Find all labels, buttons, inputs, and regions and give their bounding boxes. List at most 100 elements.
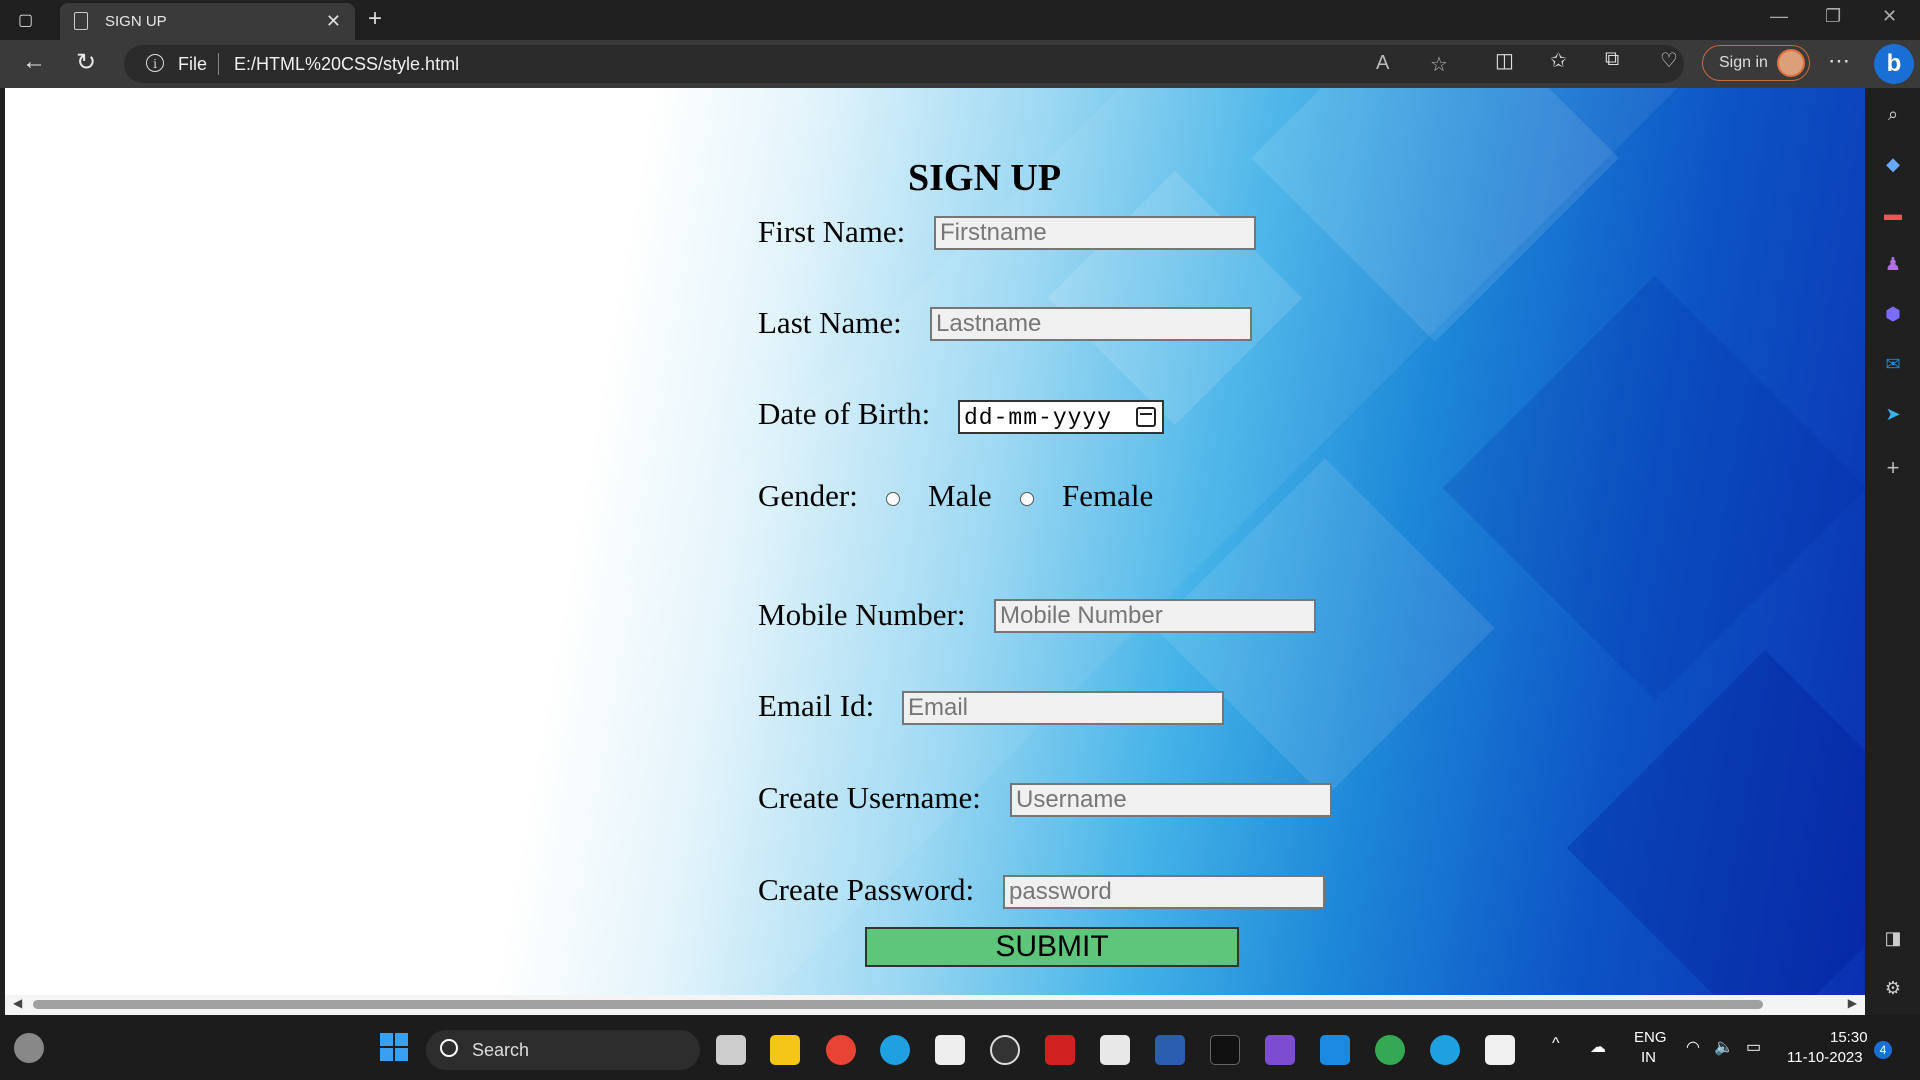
male-radio[interactable] <box>886 492 900 506</box>
weather-icon[interactable] <box>14 1033 44 1063</box>
signin-button[interactable]: Sign in <box>1702 45 1810 81</box>
dob-placeholder: dd-mm-yyyy <box>964 405 1113 431</box>
split-screen-icon[interactable]: ◫ <box>1495 48 1514 73</box>
taskbar-search[interactable]: Search <box>426 1030 700 1070</box>
scroll-right-icon[interactable]: ▶ <box>1848 996 1857 1010</box>
page-title: SIGN UP <box>908 157 1062 199</box>
hide-sidebar-icon[interactable]: ◨ <box>1883 928 1903 948</box>
language-line1[interactable]: ENG <box>1634 1029 1667 1046</box>
scroll-left-icon[interactable]: ◀ <box>13 996 22 1010</box>
female-radio[interactable] <box>1020 492 1034 506</box>
mysql-icon[interactable] <box>1210 1035 1240 1065</box>
new-tab-icon[interactable]: + <box>368 5 382 33</box>
address-separator <box>218 53 219 75</box>
browser-tab[interactable]: SIGN UP ✕ <box>60 3 355 40</box>
edge-icon[interactable] <box>880 1035 910 1065</box>
chrome-profile-icon[interactable] <box>1375 1035 1405 1065</box>
add-app-icon[interactable]: + <box>1883 457 1903 479</box>
female-label: Female <box>1062 478 1154 513</box>
browser-toolbar: ← ↻ i File E:/HTML%20CSS/style.html A ☆ … <box>0 40 1920 88</box>
first-name-label: First Name: <box>758 214 906 249</box>
refresh-icon[interactable]: ↻ <box>76 48 96 77</box>
search-icon[interactable]: ⌕ <box>1883 104 1903 124</box>
snipping-tool-icon[interactable] <box>1485 1035 1515 1065</box>
minimize-icon[interactable]: — <box>1770 6 1788 27</box>
mcafee-icon[interactable] <box>1045 1035 1075 1065</box>
favorites-icon[interactable]: ✩ <box>1550 48 1567 73</box>
email-label: Email Id: <box>758 688 875 723</box>
task-view-icon[interactable] <box>716 1035 746 1065</box>
windows-taskbar: Search ^ ☁ ENG IN ◠ 🔈 ▭ 15:30 11-10-2023… <box>0 1015 1920 1080</box>
address-scheme-label: File <box>178 54 208 74</box>
tab-actions-icon[interactable]: ▢ <box>18 10 38 30</box>
tray-chevron-icon[interactable]: ^ <box>1552 1035 1560 1053</box>
first-name-input[interactable] <box>934 216 1256 250</box>
visual-studio-icon[interactable] <box>1265 1035 1295 1065</box>
username-input[interactable] <box>1010 783 1332 817</box>
battery-icon[interactable]: ▭ <box>1746 1037 1761 1057</box>
onedrive-icon[interactable]: ☁ <box>1590 1037 1606 1057</box>
shopping-tag-icon[interactable]: ◆ <box>1883 154 1903 174</box>
close-tab-icon[interactable]: ✕ <box>326 11 341 32</box>
dob-input[interactable]: dd-mm-yyyy <box>958 400 1164 434</box>
gender-label: Gender: <box>758 478 858 513</box>
tools-briefcase-icon[interactable]: ▬ <box>1883 204 1903 224</box>
horizontal-scrollbar[interactable]: ◀ ▶ <box>5 995 1865 1015</box>
notification-badge[interactable]: 4 <box>1874 1041 1892 1059</box>
file-explorer-icon[interactable] <box>770 1035 800 1065</box>
app-icon[interactable] <box>1155 1035 1185 1065</box>
collections-icon[interactable]: ⧉ <box>1605 48 1619 71</box>
volume-icon[interactable]: 🔈 <box>1714 1037 1734 1057</box>
calendar-icon[interactable] <box>1136 407 1156 427</box>
search-icon <box>440 1039 458 1057</box>
info-icon[interactable]: i <box>146 54 164 72</box>
language-line2[interactable]: IN <box>1641 1049 1656 1066</box>
background-shard <box>1047 170 1303 426</box>
close-window-icon[interactable]: ✕ <box>1882 6 1897 27</box>
address-bar[interactable]: i File E:/HTML%20CSS/style.html A ☆ <box>124 45 1684 83</box>
clock-date[interactable]: 11-10-2023 <box>1787 1049 1863 1066</box>
mobile-input[interactable] <box>994 599 1316 633</box>
page-viewport: SIGN UP First Name: Last Name: Date of B… <box>5 88 1865 1015</box>
password-input[interactable] <box>1003 875 1325 909</box>
drop-send-icon[interactable]: ➤ <box>1883 404 1903 424</box>
mobile-label: Mobile Number: <box>758 597 966 632</box>
chrome-icon[interactable] <box>826 1035 856 1065</box>
background-shard <box>1442 275 1865 701</box>
games-icon[interactable]: ♟ <box>1883 254 1903 274</box>
page-icon <box>74 12 88 30</box>
notepad-icon[interactable] <box>1100 1035 1130 1065</box>
more-options-icon[interactable]: ⋯ <box>1828 48 1850 74</box>
windows-start-icon[interactable] <box>379 1032 409 1062</box>
clock-time[interactable]: 15:30 <box>1830 1029 1868 1046</box>
tab-title: SIGN UP <box>105 13 167 30</box>
vscode-icon[interactable] <box>1320 1035 1350 1065</box>
dob-label: Date of Birth: <box>758 396 931 431</box>
signin-label: Sign in <box>1719 54 1768 71</box>
browser-essentials-icon[interactable]: ♡ <box>1660 48 1678 73</box>
last-name-input[interactable] <box>930 307 1252 341</box>
submit-button[interactable]: SUBMIT <box>865 927 1239 967</box>
back-arrow-icon[interactable]: ← <box>22 48 46 76</box>
outlook-icon[interactable]: ✉ <box>1883 354 1903 374</box>
wifi-icon[interactable]: ◠ <box>1686 1037 1700 1057</box>
avatar <box>1777 49 1805 77</box>
address-url[interactable]: E:/HTML%20CSS/style.html <box>234 54 459 75</box>
settings-gear-icon[interactable]: ⚙ <box>1883 978 1903 998</box>
microsoft-365-icon[interactable]: ⬢ <box>1883 304 1903 324</box>
bing-copilot-icon[interactable]: b <box>1874 44 1914 84</box>
last-name-label: Last Name: <box>758 305 902 340</box>
email-input[interactable] <box>902 691 1224 725</box>
search-label: Search <box>472 1040 530 1060</box>
dell-icon[interactable] <box>990 1035 1020 1065</box>
edge-active-icon[interactable] <box>1430 1035 1460 1065</box>
background-shard <box>1251 88 1619 342</box>
favorite-star-icon[interactable]: ☆ <box>1430 52 1448 77</box>
title-bar: ▢ SIGN UP ✕ + — ❐ ✕ <box>0 0 1920 40</box>
microsoft-store-icon[interactable] <box>935 1035 965 1065</box>
read-aloud-icon[interactable]: A <box>1376 52 1389 75</box>
restore-icon[interactable]: ❐ <box>1825 6 1841 27</box>
scrollbar-thumb[interactable] <box>33 1000 1763 1009</box>
male-label: Male <box>928 478 992 513</box>
background-shard <box>1567 650 1865 1015</box>
